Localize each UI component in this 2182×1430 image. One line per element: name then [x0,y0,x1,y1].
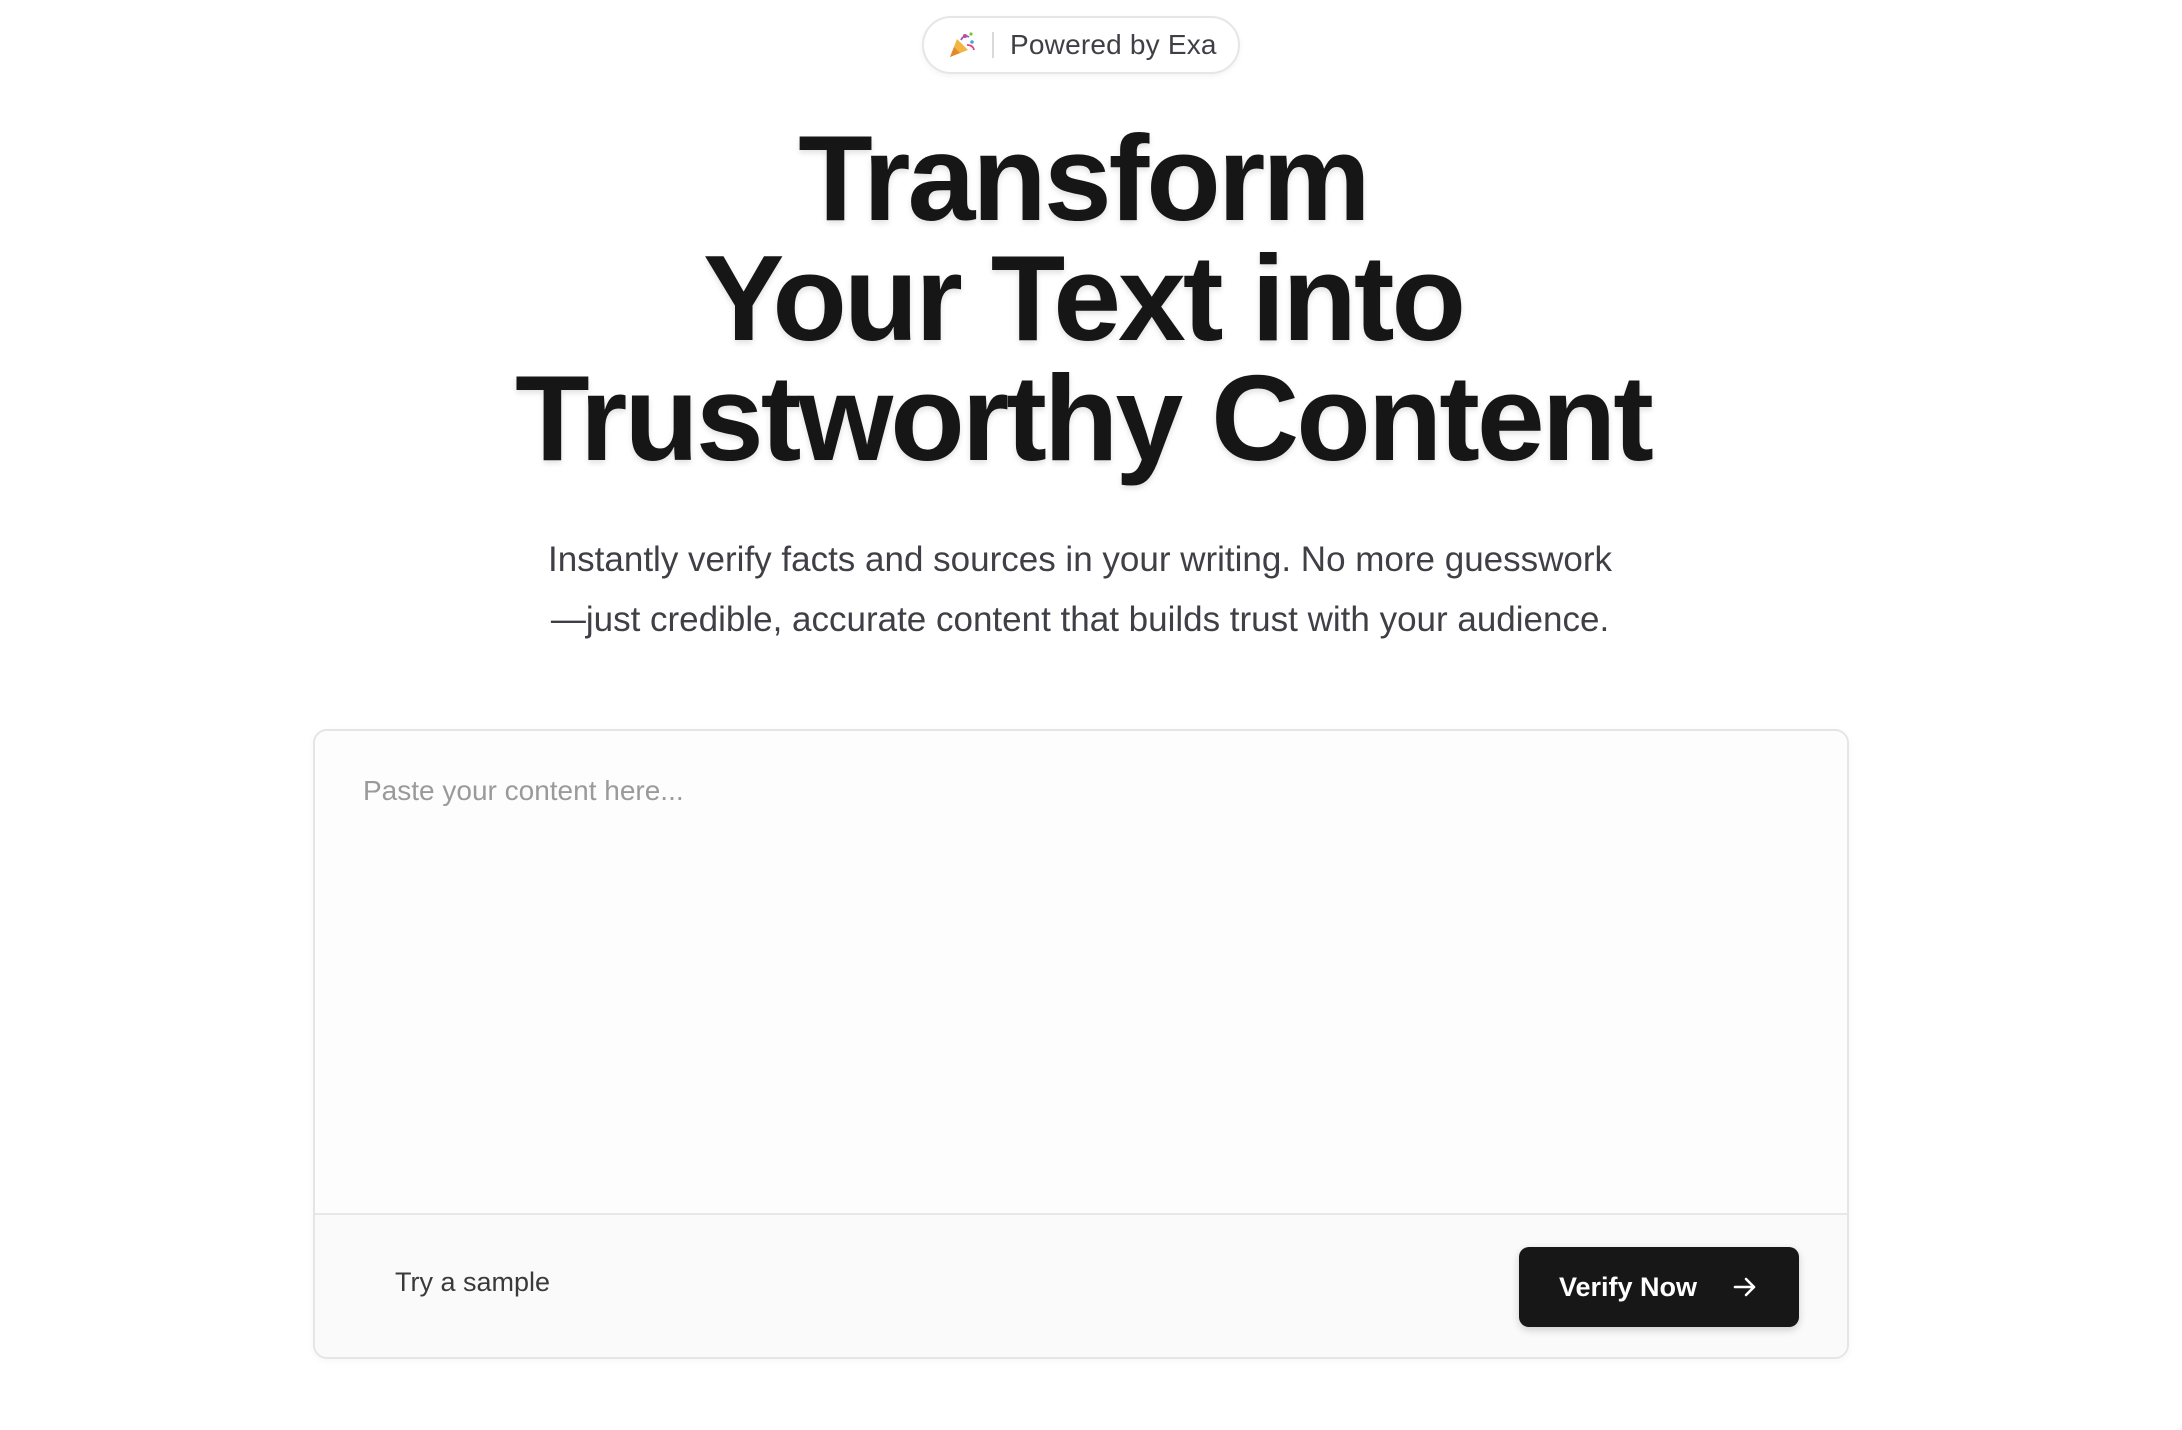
party-popper-icon [946,29,978,61]
try-sample-button[interactable]: Try a sample [395,1267,550,1298]
editor-footer: Try a sample Verify Now [315,1213,1847,1357]
subtitle-line-1: Instantly verify facts and sources in yo… [547,540,1613,579]
headline-line-3: Trustworthy Content [515,350,1654,486]
badge-divider [992,32,994,58]
hero-headline: Transform Your Text into Trustworthy Con… [0,110,2166,486]
verify-now-button[interactable]: Verify Now [1519,1247,1799,1327]
hero-subtitle: Instantly verify facts and sources in yo… [440,530,1720,650]
powered-by-badge[interactable]: Powered by Exa [922,16,1240,74]
page: Powered by Exa Transform Your Text into … [0,0,2182,1430]
headline-line-1: Transform [798,110,1371,246]
badge-text: Powered by Exa [1010,29,1217,60]
headline-line-2: Your Text into [703,230,1466,366]
arrow-right-icon [1731,1273,1759,1301]
content-editor-card: Try a sample Verify Now [313,729,1849,1359]
verify-now-label: Verify Now [1558,1271,1698,1302]
content-input[interactable] [315,731,1847,1213]
subtitle-line-2: —just credible, accurate content that bu… [550,600,1610,639]
